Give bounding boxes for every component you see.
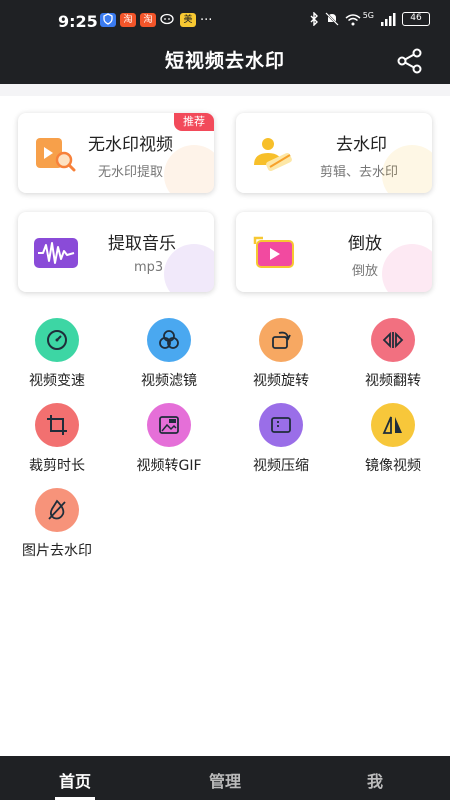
- main-content: 推荐 无水印视频 无水印提取 去水印 剪辑、去水印 提取音乐 mp3 倒放 倒放…: [0, 96, 450, 756]
- remove-watermark-icon: [254, 138, 292, 171]
- crop-icon: [35, 403, 79, 447]
- nav-me[interactable]: 我: [335, 768, 415, 792]
- card-extract-music[interactable]: 提取音乐 mp3: [18, 212, 214, 292]
- card-decoration: [382, 244, 432, 292]
- card-title: 无水印视频: [88, 135, 173, 155]
- tool-video-rotate[interactable]: 视频旋转: [231, 318, 331, 389]
- tool-mirror-video[interactable]: 镜像视频: [343, 403, 443, 474]
- share-button[interactable]: [396, 48, 424, 74]
- top-bar: 9:25 淘 淘 美 ··· 5G 46 短视频去水印: [0, 0, 450, 84]
- bluetooth-icon: [310, 12, 318, 26]
- compress-icon: [259, 403, 303, 447]
- wifi-icon: [345, 13, 361, 25]
- tool-image-remove-watermark[interactable]: 图片去水印: [7, 488, 107, 559]
- speed-icon: [35, 318, 79, 362]
- bottom-nav: 首页 管理 我: [0, 756, 450, 800]
- tool-label: 镜像视频: [365, 458, 421, 474]
- tool-video-flip[interactable]: 视频翻转: [343, 318, 443, 389]
- tool-label: 视频转GIF: [136, 458, 202, 474]
- rotate-icon: [259, 318, 303, 362]
- notification-icons: 淘 淘 美 ···: [100, 13, 212, 28]
- battery-icon: 46: [402, 12, 430, 26]
- flip-icon: [371, 318, 415, 362]
- taobao-icon: 淘: [140, 13, 156, 27]
- network-type: 5G: [362, 10, 374, 20]
- meituan-icon: 美: [180, 13, 196, 27]
- mute-icon: [324, 12, 339, 26]
- card-no-watermark-video[interactable]: 推荐 无水印视频 无水印提取: [18, 113, 214, 193]
- image-watermark-icon: [35, 488, 79, 532]
- tool-label: 视频变速: [29, 373, 85, 389]
- card-subtitle: mp3: [134, 260, 164, 275]
- tool-crop-duration[interactable]: 裁剪时长: [7, 403, 107, 474]
- more-notifications: ···: [200, 13, 213, 28]
- card-reverse[interactable]: 倒放 倒放: [236, 212, 432, 292]
- tool-video-compress[interactable]: 视频压缩: [231, 403, 331, 474]
- video-search-icon: [36, 138, 76, 172]
- tool-label: 图片去水印: [22, 543, 92, 559]
- recommend-badge: 推荐: [174, 113, 214, 131]
- tool-video-filter[interactable]: 视频滤镜: [119, 318, 219, 389]
- status-bar: 9:25 淘 淘 美 ··· 5G 46: [0, 0, 450, 40]
- signal-icon: [381, 12, 396, 26]
- card-remove-watermark[interactable]: 去水印 剪辑、去水印: [236, 113, 432, 193]
- card-title: 倒放: [348, 234, 382, 254]
- system-icons: 5G 46: [309, 10, 430, 26]
- audio-wave-icon: [34, 238, 78, 268]
- nav-home[interactable]: 首页: [35, 768, 115, 792]
- mirror-icon: [371, 403, 415, 447]
- card-title: 提取音乐: [108, 234, 176, 254]
- tool-label: 视频旋转: [253, 373, 309, 389]
- filter-icon: [147, 318, 191, 362]
- reverse-play-icon: [253, 236, 294, 268]
- wechat-icon: [160, 13, 176, 27]
- gif-icon: [147, 403, 191, 447]
- card-subtitle: 无水印提取: [98, 165, 164, 180]
- tool-video-to-gif[interactable]: 视频转GIF: [119, 403, 219, 474]
- card-subtitle: 倒放: [352, 264, 379, 279]
- card-decoration: [382, 145, 432, 193]
- tool-label: 视频翻转: [365, 373, 421, 389]
- taobao-icon: 淘: [120, 13, 136, 27]
- nav-manage[interactable]: 管理: [185, 768, 265, 792]
- tool-label: 视频压缩: [253, 458, 309, 474]
- tool-label: 裁剪时长: [29, 458, 85, 474]
- shield-icon: [100, 13, 116, 27]
- status-time: 9:25: [58, 12, 98, 31]
- tool-label: 视频滤镜: [141, 373, 197, 389]
- card-title: 去水印: [336, 135, 387, 155]
- page-title: 短视频去水印: [164, 50, 285, 72]
- tool-video-speed[interactable]: 视频变速: [7, 318, 107, 389]
- share-icon: [397, 48, 422, 74]
